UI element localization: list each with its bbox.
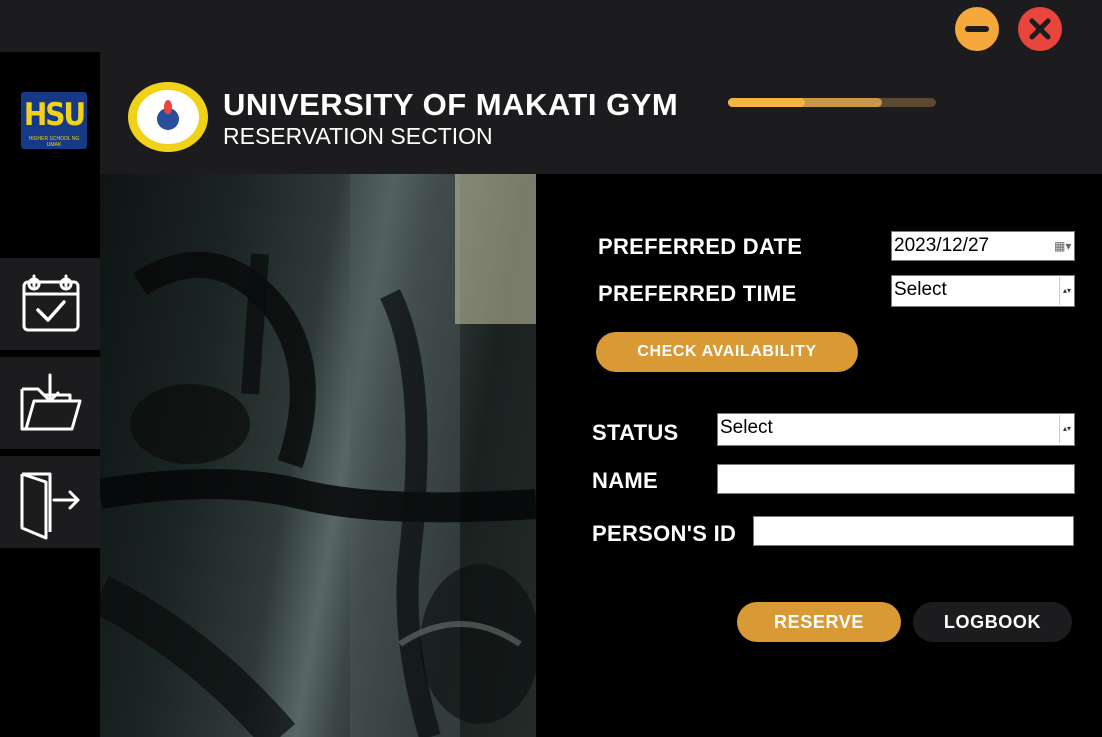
- sidebar-item-logout[interactable]: [0, 456, 100, 548]
- title-bar: [0, 0, 1102, 52]
- chevron-down-icon: ▴▾: [1059, 277, 1074, 305]
- hsu-logo: HSU HIGHER SCHOOL NG UMAK: [21, 92, 87, 149]
- status-value: Select: [720, 417, 773, 438]
- reservation-form: PREFERRED DATE 2023/12/27 ▦▾ PREFERRED T…: [536, 174, 1102, 737]
- preferred-date-label: PREFERRED DATE: [598, 234, 803, 259]
- name-input[interactable]: [717, 464, 1075, 494]
- reserve-button[interactable]: RESERVE: [737, 602, 901, 642]
- close-button[interactable]: [1018, 7, 1062, 51]
- university-seal-logo: [128, 82, 208, 152]
- name-label: NAME: [592, 468, 658, 493]
- preferred-time-label: PREFERRED TIME: [598, 281, 797, 306]
- header: UNIVERSITY OF MAKATI GYM RESERVATION SEC…: [100, 52, 1102, 174]
- preferred-date-picker[interactable]: 2023/12/27 ▦▾: [891, 231, 1075, 261]
- check-availability-button[interactable]: CHECK AVAILABILITY: [596, 332, 858, 372]
- hsu-logo-subtext: HIGHER SCHOOL NG UMAK: [28, 136, 80, 148]
- chevron-down-icon: ▴▾: [1059, 415, 1074, 443]
- sidebar: HSU HIGHER SCHOOL NG UMAK: [0, 52, 100, 737]
- logbook-button[interactable]: LOGBOOK: [913, 602, 1072, 642]
- preferred-time-value: Select: [894, 279, 947, 300]
- gym-photo: [100, 174, 536, 737]
- calendar-check-icon: [22, 274, 80, 332]
- close-icon: [1029, 18, 1051, 40]
- sidebar-item-reserve[interactable]: [0, 258, 100, 350]
- page-subtitle: RESERVATION SECTION: [223, 123, 493, 149]
- minus-icon: [965, 26, 989, 32]
- header-progress-bar: [728, 98, 936, 107]
- folder-download-icon: [20, 373, 82, 431]
- progress-primary-fill: [728, 98, 805, 107]
- calendar-dropdown-icon[interactable]: ▦▾: [1054, 239, 1071, 253]
- minimize-button[interactable]: [955, 7, 999, 51]
- sidebar-item-logbook[interactable]: [0, 357, 100, 449]
- status-label: STATUS: [592, 420, 679, 445]
- hsu-logo-text: HSU: [23, 96, 86, 133]
- preferred-time-select[interactable]: Select ▴▾: [891, 275, 1075, 307]
- door-exit-icon: [20, 472, 80, 540]
- preferred-date-value: 2023/12/27: [894, 235, 990, 256]
- page-title: UNIVERSITY OF MAKATI GYM: [223, 87, 679, 122]
- status-select[interactable]: Select ▴▾: [717, 413, 1075, 446]
- person-id-input[interactable]: [753, 516, 1074, 546]
- person-id-label: PERSON'S ID: [592, 521, 737, 546]
